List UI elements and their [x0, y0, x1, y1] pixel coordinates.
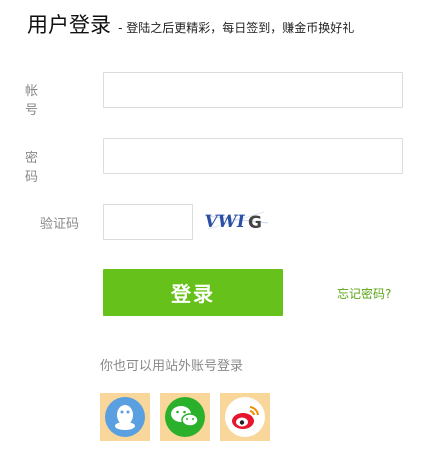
password-label: 密码 — [25, 151, 65, 185]
captcha-input[interactable] — [103, 204, 193, 240]
account-input[interactable] — [103, 72, 403, 108]
captcha-label: 验证码 — [40, 217, 80, 232]
third-party-login-label: 你也可以用站外账号登录 — [100, 359, 244, 374]
page-subtitle: - 登陆之后更精彩，每日签到，赚金币换好礼 — [118, 21, 355, 35]
account-label: 帐号 — [25, 84, 65, 118]
weibo-icon — [225, 397, 265, 437]
qq-login-button[interactable] — [100, 393, 150, 441]
svg-text:G: G — [248, 213, 262, 233]
page-title: 用户登录 — [27, 13, 111, 37]
weibo-login-button[interactable] — [220, 393, 270, 441]
login-button[interactable]: 登录 — [103, 269, 283, 316]
svg-text:VWI: VWI — [204, 212, 246, 232]
wechat-icon — [165, 397, 205, 437]
password-input[interactable] — [103, 138, 403, 174]
captcha-image[interactable]: VWI G — [202, 207, 270, 235]
wechat-login-button[interactable] — [160, 393, 210, 441]
qq-icon — [105, 397, 145, 437]
forgot-password-link[interactable]: 忘记密码? — [337, 285, 391, 302]
page-header: 用户登录 - 登陆之后更精彩，每日签到，赚金币换好礼 — [27, 9, 354, 39]
